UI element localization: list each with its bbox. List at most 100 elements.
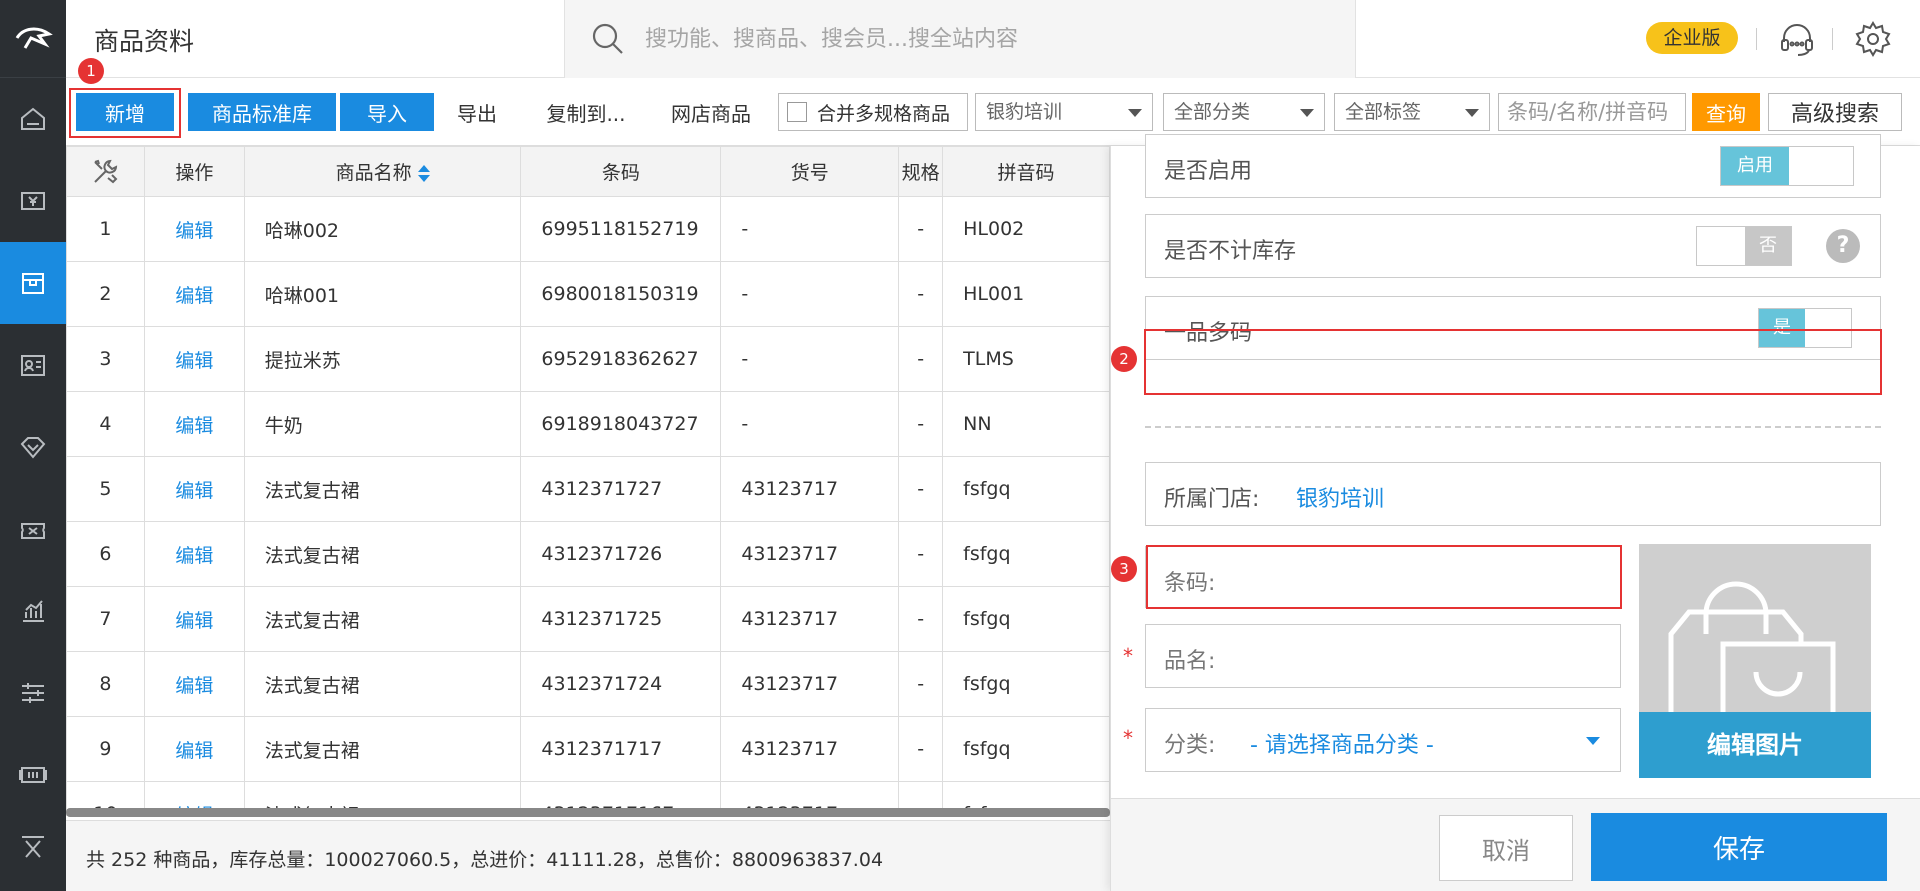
row-number: 2 [66, 261, 145, 327]
step-badge-2: 2 [1111, 346, 1137, 372]
pinyin-cell: fsfgq [942, 521, 1110, 587]
edit-image-button[interactable]: 编辑图片 [1639, 712, 1871, 778]
row-number: 9 [66, 716, 145, 782]
edit-link[interactable]: 编辑 [143, 456, 245, 522]
merge-spec-checkbox[interactable]: 合并多规格商品 [778, 93, 968, 131]
edit-link[interactable]: 编辑 [143, 326, 245, 392]
sidebar-item-member[interactable] [0, 324, 66, 406]
enabled-toggle[interactable]: 启用 [1720, 146, 1854, 186]
tag-select[interactable]: 全部标签 [1334, 93, 1490, 131]
export-button[interactable]: 导出 [444, 93, 510, 131]
pinyin-cell: NN [942, 391, 1110, 457]
sidebar-item-report[interactable] [0, 570, 66, 652]
global-search[interactable] [564, 0, 1356, 78]
query-button[interactable]: 查询 [1692, 93, 1760, 131]
category-value: - 请选择商品分类 - [1250, 733, 1434, 758]
table-footer: 共 252 种商品，库存总量：100027060.5，总进价：41111.28，… [66, 820, 1110, 891]
product-name-field[interactable]: 品名: [1145, 624, 1621, 688]
edit-link[interactable]: 编辑 [143, 196, 245, 262]
edit-link[interactable]: 编辑 [143, 261, 245, 327]
home-icon [21, 107, 45, 130]
barcode-cell: 6980018150319 [520, 261, 722, 327]
coupon-icon [21, 523, 45, 539]
support-button[interactable] [1778, 20, 1816, 58]
column-header-name[interactable]: 商品名称 [243, 146, 522, 197]
barcode-cell: 4312371724 [520, 651, 722, 717]
help-icon[interactable]: ? [1826, 229, 1860, 263]
sidebar-item-more[interactable] [0, 816, 66, 876]
edit-link[interactable]: 编辑 [143, 716, 245, 782]
settings-slider-icon [22, 683, 44, 703]
table-row: 4 编辑 牛奶 6918918043727- - NN [66, 391, 1110, 457]
sort-icon[interactable] [417, 165, 430, 182]
edit-link[interactable]: 编辑 [143, 586, 245, 652]
copy-to-button[interactable]: 复制到... [526, 93, 646, 131]
barcode-cell: 6995118152719 [520, 196, 722, 262]
import-button[interactable]: 导入 [340, 93, 434, 131]
cancel-button[interactable]: 取消 [1439, 815, 1573, 881]
table-header-row: 操作 商品名称 条码 货号 规格 拼音码 [66, 146, 1110, 197]
sku-cell: - [720, 261, 900, 327]
barcode-cell: 4312371725 [520, 586, 722, 652]
sidebar-item-device[interactable] [0, 734, 66, 816]
column-header-pinyin: 拼音码 [942, 146, 1110, 197]
sidebar-item-product[interactable] [0, 242, 66, 324]
product-search-input[interactable] [1498, 93, 1686, 131]
sidebar-item-marketing[interactable] [0, 406, 66, 488]
required-mark: * [1123, 726, 1133, 750]
product-name-cell: 牛奶 [243, 391, 522, 457]
wrench-icon [94, 159, 118, 183]
online-store-button[interactable]: 网店商品 [656, 93, 766, 131]
product-name-label: 品名: [1164, 649, 1216, 674]
product-image[interactable]: 编辑图片 [1639, 544, 1871, 778]
column-header-op: 操作 [143, 146, 245, 197]
settings-button[interactable] [1854, 20, 1892, 58]
save-button[interactable]: 保存 [1591, 813, 1887, 881]
cashier-icon [21, 192, 45, 210]
barcode-cell: 4312371726 [520, 521, 722, 587]
category-select[interactable]: 全部分类 [1163, 93, 1325, 131]
table-row: 3 编辑 提拉米苏 6952918362627- - TLMS [66, 326, 1110, 392]
standard-library-button[interactable]: 商品标准库 [188, 93, 336, 131]
store-select[interactable]: 银豹培训 [975, 93, 1153, 131]
global-search-input[interactable] [645, 18, 1325, 60]
sidebar-item-settings[interactable] [0, 652, 66, 734]
category-field[interactable]: 分类: - 请选择商品分类 - [1145, 708, 1621, 772]
section-divider [1145, 426, 1881, 428]
sidebar-item-home[interactable] [0, 78, 66, 160]
highlight-add-button [69, 88, 181, 138]
panel-footer: 取消 保存 [1111, 798, 1920, 891]
category-label: 分类: [1164, 733, 1216, 758]
spec-cell: - [898, 521, 944, 587]
edit-link[interactable]: 编辑 [143, 391, 245, 457]
search-icon [592, 23, 623, 54]
product-name-cell: 法式复古裙 [243, 716, 522, 782]
row-number: 3 [66, 326, 145, 392]
headset-icon [1781, 24, 1813, 56]
required-mark: * [1123, 644, 1133, 668]
horizontal-scrollbar[interactable] [66, 808, 1110, 817]
spec-cell: - [898, 586, 944, 652]
product-name-cell: 法式复古裙 [243, 651, 522, 717]
edit-link[interactable]: 编辑 [143, 651, 245, 717]
table-row: 7 编辑 法式复古裙 4312371725 43123717- fsfgq [66, 586, 1110, 652]
sidebar-item-coupon[interactable] [0, 488, 66, 570]
no-stock-toggle-label: 否 [1745, 227, 1791, 265]
summary-text: 共 252 种商品，库存总量：100027060.5，总进价：41111.28，… [86, 849, 884, 871]
no-stock-toggle[interactable]: 否 [1696, 226, 1792, 266]
enabled-field: 是否启用 启用 [1145, 134, 1881, 198]
edit-link[interactable]: 编辑 [143, 521, 245, 587]
advanced-search-button[interactable]: 高级搜索 [1768, 93, 1902, 131]
column-settings[interactable] [66, 146, 145, 197]
row-number: 8 [66, 651, 145, 717]
sku-cell: 43123717 [720, 586, 900, 652]
logo[interactable] [0, 0, 66, 78]
barcode-cell: 4312371717 [520, 716, 722, 782]
barcode-cell: 4312371727 [520, 456, 722, 522]
checkbox-box[interactable] [787, 102, 807, 122]
barcode-cell: 6918918043727 [520, 391, 722, 457]
barcode-cell: 6952918362627 [520, 326, 722, 392]
spec-cell: - [898, 716, 944, 782]
sidebar-item-cashier[interactable] [0, 160, 66, 242]
store-label: 所属门店: [1164, 487, 1260, 512]
